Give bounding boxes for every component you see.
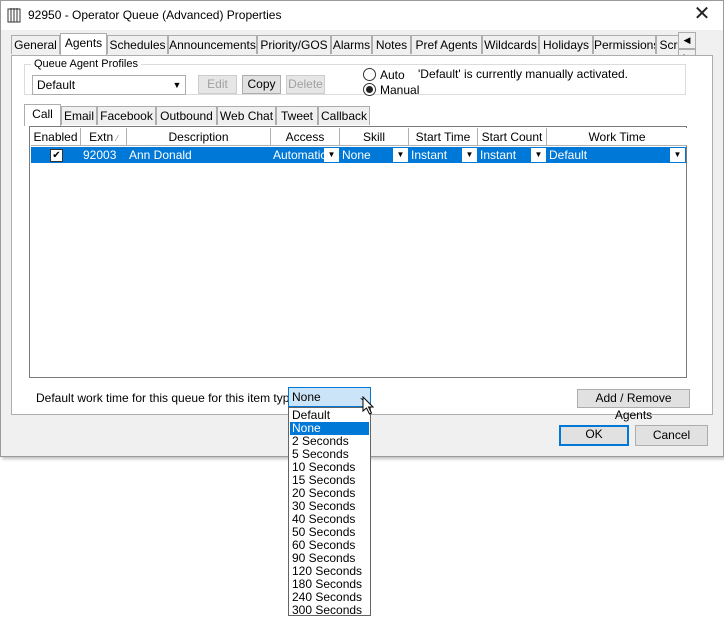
profile-select[interactable]: Default ▼ xyxy=(32,75,186,95)
chevron-down-icon: ▼ xyxy=(172,80,182,90)
window-title: 92950 - Operator Queue (Advanced) Proper… xyxy=(28,8,282,22)
chevron-down-icon[interactable]: ▼ xyxy=(393,148,408,162)
cell-skill-value: None xyxy=(342,148,371,162)
default-work-time-value: None xyxy=(292,390,321,404)
chevron-down-icon[interactable]: ▼ xyxy=(531,148,546,162)
sort-icon: ⁄ xyxy=(116,134,118,143)
table-row[interactable]: ✔ 92003 Ann Donald Automatic ▼ None ▼ Inst… xyxy=(31,147,686,163)
col-description[interactable]: Description xyxy=(127,128,271,146)
default-work-time-label: Default work time for this queue for thi… xyxy=(36,391,300,405)
tab-schedules[interactable]: Schedules xyxy=(107,35,168,54)
tab-wildcards[interactable]: Wildcards xyxy=(482,35,539,54)
default-work-time-select[interactable]: None ⌄ xyxy=(288,387,371,407)
cell-access-value: Automatic xyxy=(273,148,327,162)
subtab-tweet[interactable]: Tweet xyxy=(276,106,318,125)
cell-enabled: ✔ xyxy=(31,147,81,163)
mouse-cursor-icon xyxy=(362,396,375,415)
cell-access[interactable]: Automatic ▼ xyxy=(271,147,340,163)
auto-radio-label: Auto xyxy=(380,68,405,82)
profile-status-text: 'Default' is currently manually activate… xyxy=(418,67,629,81)
cell-start-count-value: Instant xyxy=(480,148,517,162)
copy-profile-button[interactable]: Copy xyxy=(242,75,281,94)
subtab-email[interactable]: Email xyxy=(61,106,97,125)
work-time-dropdown-list: Default None 2 Seconds 5 Seconds 10 Seco… xyxy=(288,407,371,617)
tab-priority-gos[interactable]: Priority/GOS xyxy=(257,35,331,54)
dropdown-option[interactable]: 300 Seconds xyxy=(290,604,369,617)
add-remove-agents-button[interactable]: Add / Remove Agents xyxy=(577,389,690,422)
cell-start-count[interactable]: Instant ▼ xyxy=(478,147,547,163)
cancel-button[interactable]: Cancel xyxy=(635,425,708,446)
title-bar[interactable]: 92950 - Operator Queue (Advanced) Proper… xyxy=(1,1,723,30)
chevron-down-icon[interactable]: ▼ xyxy=(324,148,339,162)
profile-select-value: Default xyxy=(37,78,76,92)
tab-announcements[interactable]: Announcements xyxy=(168,35,257,54)
col-skill[interactable]: Skill xyxy=(340,128,409,146)
col-start-count[interactable]: Start Count xyxy=(478,128,547,146)
tab-notes[interactable]: Notes xyxy=(372,35,411,54)
manual-radio-label: Manual xyxy=(380,83,420,97)
close-icon[interactable]: ✕ xyxy=(687,3,717,27)
agents-grid: Enabled Extn ⁄ Description Access Skill … xyxy=(29,126,687,378)
auto-radio[interactable]: Auto xyxy=(363,68,405,82)
col-start-time[interactable]: Start Time xyxy=(409,128,478,146)
subtab-web-chat[interactable]: Web Chat xyxy=(217,106,276,125)
cell-skill[interactable]: None ▼ xyxy=(340,147,409,163)
profiles-group-label: Queue Agent Profiles xyxy=(31,58,141,70)
manual-radio[interactable]: Manual xyxy=(363,83,419,97)
tab-general[interactable]: General xyxy=(11,35,60,54)
col-access[interactable]: Access xyxy=(271,128,340,146)
col-enabled[interactable]: Enabled xyxy=(31,128,81,146)
ok-button[interactable]: OK xyxy=(559,425,629,446)
manual-radio-indicator xyxy=(363,83,376,96)
cell-start-time[interactable]: Instant ▼ xyxy=(409,147,478,163)
enabled-checkbox[interactable]: ✔ xyxy=(50,149,63,162)
tab-permissions[interactable]: Permissions xyxy=(593,35,656,54)
tab-pref-agents[interactable]: Pref Agents xyxy=(411,35,482,54)
edit-profile-button[interactable]: Edit xyxy=(198,75,237,94)
chevron-down-icon[interactable]: ▼ xyxy=(670,148,685,162)
delete-profile-button[interactable]: Delete xyxy=(286,75,325,94)
subtab-callback[interactable]: Callback xyxy=(318,106,370,125)
cell-extn: 92003 xyxy=(83,148,117,162)
col-extn-label: Extn xyxy=(89,130,114,144)
cell-work-time-value: Default xyxy=(549,148,588,162)
chevron-down-icon[interactable]: ▼ xyxy=(462,148,477,162)
cell-start-time-value: Instant xyxy=(411,148,448,162)
tab-holidays[interactable]: Holidays xyxy=(539,35,593,54)
subtab-call[interactable]: Call xyxy=(24,104,61,126)
chevron-left-icon[interactable]: ◀ xyxy=(678,32,696,49)
col-work-time[interactable]: Work Time xyxy=(547,128,687,146)
tab-agents[interactable]: Agents xyxy=(60,33,107,55)
cell-work-time[interactable]: Default ▼ xyxy=(547,147,686,163)
subtab-outbound[interactable]: Outbound xyxy=(156,106,217,125)
subtab-facebook[interactable]: Facebook xyxy=(97,106,156,125)
queue-app-icon xyxy=(7,8,21,23)
auto-radio-indicator xyxy=(363,68,376,81)
tab-alarms[interactable]: Alarms xyxy=(331,35,372,54)
cell-description: Ann Donald xyxy=(129,148,192,162)
col-extn[interactable]: Extn ⁄ xyxy=(81,128,127,146)
tab-scroll-buttons: ◀▶ xyxy=(678,32,712,66)
